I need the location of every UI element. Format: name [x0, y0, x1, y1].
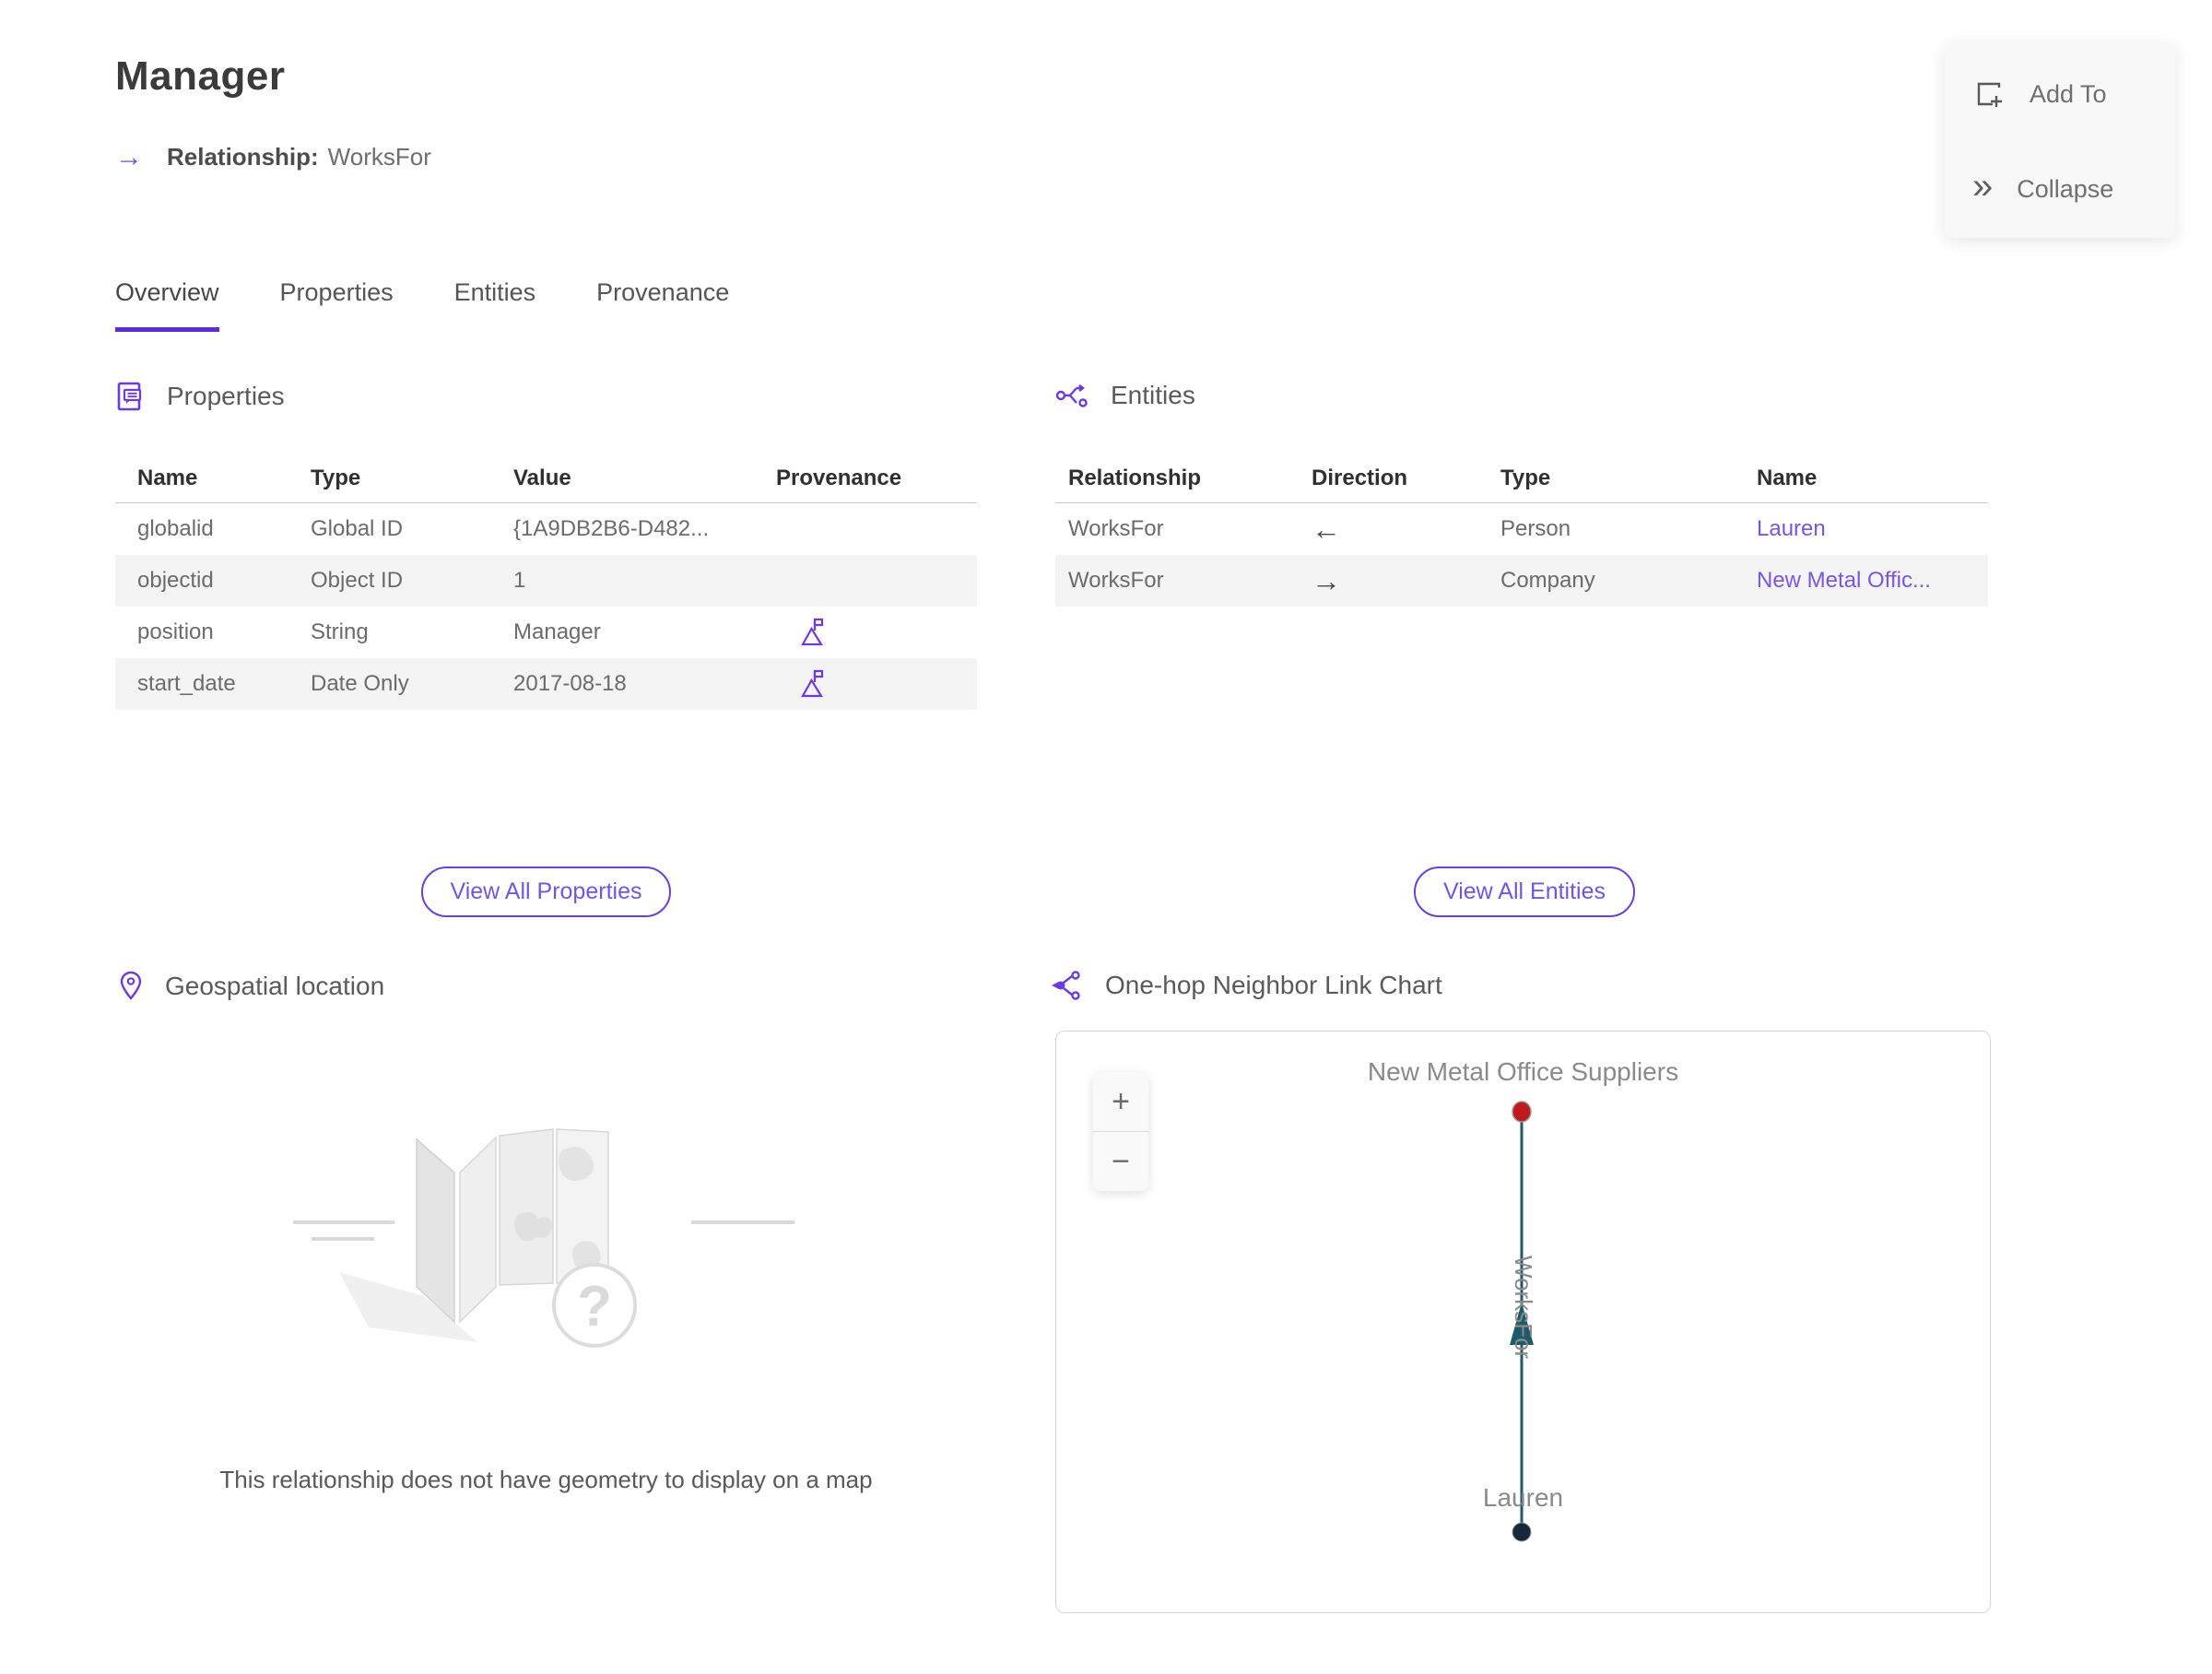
link-chart-canvas[interactable]: New Metal Office Suppliers WorksFor Laur… — [1055, 1031, 1991, 1613]
map-placeholder-illustration: ? — [286, 1077, 802, 1455]
col-header-direction: Direction — [1312, 465, 1408, 490]
actions-menu: Add To » Collapse — [1945, 42, 2175, 238]
view-all-properties-wrap: View All Properties — [115, 866, 977, 917]
table-row: WorksFor → Company New Metal Offic... — [1055, 555, 1988, 607]
property-name: globalid — [137, 516, 214, 541]
table-row: WorksFor ← Person Lauren — [1055, 503, 1988, 555]
properties-section-header: Properties — [115, 381, 285, 412]
node-label-company: New Metal Office Suppliers — [1367, 1057, 1679, 1086]
link-chart-section-title: One-hop Neighbor Link Chart — [1105, 971, 1442, 999]
zoom-in-button[interactable]: + — [1093, 1072, 1148, 1131]
map-pin-icon — [117, 970, 145, 1003]
geospatial-section-title: Geospatial location — [165, 972, 385, 1000]
property-value: {1A9DB2B6-D482... — [513, 516, 710, 541]
subtitle-text: Relationship: WorksFor — [167, 143, 431, 171]
property-type: String — [311, 619, 369, 644]
node-label-person: Lauren — [1482, 1483, 1564, 1512]
entities-section-header: Entities — [1055, 381, 1195, 410]
node-person[interactable] — [1512, 1522, 1532, 1542]
page-title: Manager — [115, 53, 286, 99]
provenance-flag-icon[interactable] — [798, 668, 977, 700]
add-to-button[interactable]: Add To — [1972, 77, 2107, 111]
zoom-control: + − — [1093, 1072, 1148, 1191]
link-chart-icon — [1048, 970, 1085, 1001]
entity-name-link[interactable]: Lauren — [1757, 516, 1988, 542]
property-name: position — [137, 619, 214, 644]
property-type: Object ID — [311, 568, 404, 593]
edge-label: WorksFor — [1510, 1256, 1537, 1360]
property-type: Date Only — [311, 671, 409, 696]
properties-section-title: Properties — [167, 382, 285, 410]
property-provenance — [776, 668, 977, 700]
entities-section-title: Entities — [1111, 381, 1195, 409]
breadcrumb: → Relationship: WorksFor — [115, 143, 431, 171]
question-mark-glyph: ? — [577, 1275, 612, 1338]
col-header-relationship: Relationship — [1068, 465, 1202, 490]
link-chart-section-header: One-hop Neighbor Link Chart — [1048, 970, 1442, 1001]
entities-icon — [1055, 381, 1090, 410]
properties-icon — [115, 381, 147, 412]
entities-table: Relationship Direction Type Name WorksFo… — [1055, 454, 1988, 607]
subtitle-label: Relationship: — [167, 143, 319, 171]
property-value: Manager — [513, 619, 601, 644]
entity-type: Company — [1500, 568, 1595, 593]
col-header-type: Type — [1500, 465, 1551, 490]
node-company[interactable] — [1512, 1101, 1532, 1123]
collapse-label: Collapse — [2017, 174, 2114, 203]
add-to-icon — [1972, 77, 2006, 111]
property-provenance — [776, 617, 977, 648]
add-to-label: Add To — [2030, 79, 2107, 108]
direction-arrow-icon: ← — [1312, 512, 1341, 546]
relationship-arrow-icon: → — [115, 141, 143, 172]
view-all-entities-button[interactable]: View All Entities — [1413, 866, 1635, 917]
property-name: objectid — [137, 568, 214, 593]
tab-overview[interactable]: Overview — [115, 278, 219, 332]
table-row: globalid Global ID {1A9DB2B6-D482... — [115, 503, 977, 555]
entities-table-header: Relationship Direction Type Name — [1055, 454, 1988, 503]
geospatial-section-header: Geospatial location — [117, 970, 384, 1003]
relationship-details-page: Manager → Relationship: WorksFor Add To »… — [0, 0, 2212, 1674]
table-row: start_date Date Only 2017-08-18 — [115, 658, 977, 710]
entity-name-link[interactable]: New Metal Offic... — [1757, 568, 1988, 594]
tab-provenance[interactable]: Provenance — [596, 278, 729, 332]
properties-table: Name Type Value Provenance globalid Glob… — [115, 454, 977, 710]
col-header-type: Type — [311, 465, 361, 490]
subtitle-value: WorksFor — [327, 143, 431, 171]
col-header-value: Value — [513, 465, 571, 490]
tab-properties[interactable]: Properties — [280, 278, 394, 332]
property-type: Global ID — [311, 516, 404, 541]
tab-entities[interactable]: Entities — [454, 278, 536, 332]
col-header-provenance: Provenance — [776, 465, 902, 490]
direction-arrow-icon: → — [1312, 563, 1341, 597]
entity-relationship: WorksFor — [1068, 568, 1164, 593]
entity-type: Person — [1500, 516, 1571, 541]
property-value: 2017-08-18 — [513, 671, 627, 696]
tab-bar: Overview Properties Entities Provenance — [115, 278, 729, 332]
property-value: 1 — [513, 568, 526, 593]
zoom-out-button[interactable]: − — [1093, 1132, 1148, 1191]
collapse-icon: » — [1972, 166, 1994, 206]
geospatial-empty-message: This relationship does not have geometry… — [219, 1466, 873, 1493]
col-header-name: Name — [137, 465, 198, 490]
view-all-properties-button[interactable]: View All Properties — [420, 866, 672, 917]
collapse-button[interactable]: » Collapse — [1972, 168, 2114, 205]
table-row: objectid Object ID 1 — [115, 555, 977, 607]
property-name: start_date — [137, 671, 236, 696]
provenance-flag-icon[interactable] — [798, 617, 977, 648]
table-row: position String Manager — [115, 607, 977, 658]
properties-table-header: Name Type Value Provenance — [115, 454, 977, 503]
view-all-entities-wrap: View All Entities — [1058, 866, 1991, 917]
entity-relationship: WorksFor — [1068, 516, 1164, 541]
col-header-name: Name — [1757, 465, 1818, 490]
